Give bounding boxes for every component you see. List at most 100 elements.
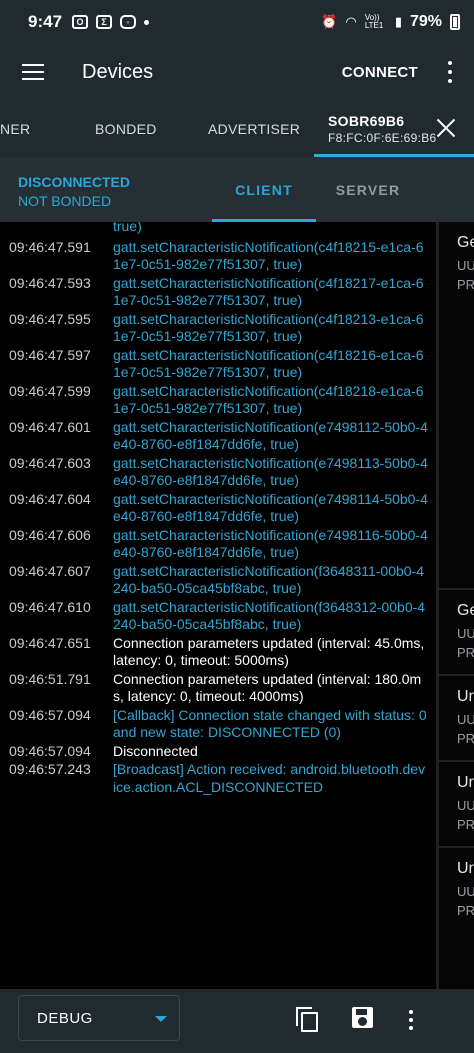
log-row: 09:46:47.604 gatt.setCharacteristicNotifi… [0, 491, 436, 526]
instagram-icon: ◦ [120, 15, 137, 29]
log-timestamp: 09:46:47.591 [9, 238, 91, 255]
service-uuid: UU [457, 798, 474, 813]
service-name: Ur [457, 688, 474, 705]
log-timestamp: 09:46:47.606 [9, 526, 91, 543]
sigma-icon: Σ [96, 15, 113, 29]
log-level-select[interactable]: DEBUG [18, 995, 180, 1041]
more-notifications-icon [144, 19, 150, 25]
log-timestamp: 09:46:47.603 [9, 454, 91, 471]
log-timestamp: 09:46:47.601 [9, 418, 91, 435]
log-row: 09:46:47.606 gatt.setCharacteristicNotifi… [0, 527, 436, 562]
log-row: 09:46:47.610 gatt.setCharacteristicNotifi… [0, 599, 436, 634]
log-timestamp: 09:46:57.094 [9, 742, 91, 759]
log-message: Disconnected [113, 742, 198, 759]
log-message: [Broadcast] Action received: android.blu… [113, 761, 426, 795]
service-item[interactable]: Ur UU PR [439, 676, 474, 762]
service-uuid: UU [457, 626, 474, 641]
tab-advertiser[interactable]: ADVERTISER [208, 100, 300, 157]
log-message: gatt.setCharacteristicNotification(e7498… [113, 418, 428, 453]
copy-icon[interactable] [296, 1007, 320, 1032]
tab-device-sobr69b6[interactable]: SOBR69B6 F8:FC:0F:6E:69:B6 [314, 100, 474, 157]
save-icon[interactable] [352, 1007, 376, 1031]
wifi-icon: ◠ [345, 14, 357, 29]
log-row: 09:46:57.094 Disconnected [0, 743, 436, 761]
status-time: 9:47 [28, 12, 63, 31]
menu-icon[interactable] [22, 64, 44, 80]
connection-bar: DISCONNECTED NOT BONDED CLIENT SERVER [0, 157, 474, 222]
tab-scanner[interactable]: NER [0, 100, 30, 157]
services-panel[interactable]: Ge UU PR Ge UU PR Ur UU PR Ur UU PR Ur U… [436, 222, 474, 989]
service-name: Ur [457, 774, 474, 791]
log-timestamp: 09:46:47.610 [9, 598, 91, 615]
notification-icons: O Σ ◦ [72, 15, 150, 29]
connect-button[interactable]: CONNECT [342, 64, 418, 81]
log-message: gatt.setCharacteristicNotification(c4f18… [113, 310, 424, 345]
log-message: gatt.setCharacteristicNotification(c4f18… [113, 346, 424, 381]
log-message: gatt.setCharacteristicNotification(e7498… [113, 526, 428, 561]
service-type: PR [457, 277, 474, 292]
log-row: 09:46:47.603 gatt.setCharacteristicNotifi… [0, 455, 436, 490]
log-view[interactable]: true) 09:46:47.591 gatt.setCharacteristic… [0, 222, 436, 989]
more-vert-icon[interactable] [406, 1010, 416, 1030]
log-list: 09:46:47.591 gatt.setCharacteristicNotifi… [0, 239, 436, 797]
log-message: Connection parameters updated (interval:… [113, 670, 422, 705]
log-message: Connection parameters updated (interval:… [113, 634, 425, 669]
battery-percent: 79% [409, 13, 442, 30]
tab-client[interactable]: CLIENT [212, 157, 316, 222]
log-message: gatt.setCharacteristicNotification(c4f18… [113, 274, 424, 309]
tab-server[interactable]: SERVER [316, 157, 420, 222]
service-item[interactable]: Ge UU PR [439, 222, 474, 590]
log-row: 09:46:47.607 gatt.setCharacteristicNotifi… [0, 563, 436, 598]
log-timestamp: 09:46:47.593 [9, 274, 91, 291]
log-row: 09:46:57.243 [Broadcast] Action received:… [0, 761, 436, 796]
log-message: gatt.setCharacteristicNotification(f3648… [113, 598, 426, 633]
volte-icon: Vo)) LTE1 [364, 13, 384, 30]
app-bar: Devices CONNECT [0, 44, 474, 100]
log-timestamp: 09:46:57.243 [9, 761, 91, 777]
log-row: 09:46:47.599 gatt.setCharacteristicNotifi… [0, 383, 436, 418]
service-uuid: UU [457, 884, 474, 899]
service-uuid: UU [457, 712, 474, 727]
log-row: 09:46:47.601 gatt.setCharacteristicNotifi… [0, 419, 436, 454]
service-uuid: UU [457, 258, 474, 273]
device-mac: F8:FC:0F:6E:69:B6 [328, 130, 437, 145]
log-row: 09:46:47.651 Connection parameters update… [0, 635, 436, 670]
connection-status: DISCONNECTED NOT BONDED [18, 173, 130, 211]
device-tabs: NER BONDED ADVERTISER SOBR69B6 F8:FC:0F:… [0, 100, 474, 157]
service-item[interactable]: Ge UU PR [439, 590, 474, 676]
status-bar: 9:47 O Σ ◦ ⏰ ◠ Vo)) LTE1 ▮ 79% [0, 0, 474, 44]
service-item[interactable]: Ur UU PR [439, 848, 474, 989]
log-row: 09:46:51.791 Connection parameters update… [0, 671, 436, 706]
log-timestamp: 09:46:47.607 [9, 562, 91, 579]
log-timestamp: 09:46:51.791 [9, 670, 91, 687]
dropdown-arrow-icon [155, 1016, 167, 1022]
log-row: 09:46:47.593 gatt.setCharacteristicNotifi… [0, 275, 436, 310]
log-message: gatt.setCharacteristicNotification(c4f18… [113, 238, 424, 273]
signal-icon: ▮ [394, 14, 402, 29]
overflow-menu-icon[interactable] [440, 61, 460, 83]
page-title: Devices [82, 60, 154, 83]
log-row: 09:46:47.591 gatt.setCharacteristicNotifi… [0, 239, 436, 274]
log-timestamp: 09:46:47.604 [9, 490, 91, 507]
log-message: [Callback] Connection state changed with… [113, 706, 427, 741]
service-item[interactable]: Ur UU PR [439, 762, 474, 848]
alarm-icon: ⏰ [321, 14, 338, 29]
log-timestamp: 09:46:47.599 [9, 382, 91, 399]
bottom-toolbar: DEBUG [0, 989, 474, 1053]
service-type: PR [457, 645, 474, 660]
service-name: Ge [457, 602, 474, 619]
device-name: SOBR69B6 [328, 112, 405, 129]
log-row: 09:46:57.094 [Callback] Connection state … [0, 707, 436, 742]
connection-state: DISCONNECTED [18, 174, 131, 190]
bond-state: NOT BONDED [18, 193, 112, 209]
tab-bonded[interactable]: BONDED [95, 100, 157, 157]
log-message: gatt.setCharacteristicNotification(e7498… [113, 490, 428, 525]
log-row: 09:46:47.595 gatt.setCharacteristicNotifi… [0, 311, 436, 346]
battery-icon [450, 14, 460, 30]
log-message: gatt.setCharacteristicNotification(f3648… [113, 562, 425, 597]
log-timestamp: 09:46:57.094 [9, 706, 91, 723]
log-timestamp: 09:46:47.597 [9, 346, 91, 363]
service-name: Ur [457, 860, 474, 877]
log-row: 09:46:47.597 gatt.setCharacteristicNotifi… [0, 347, 436, 382]
close-icon[interactable] [436, 118, 456, 138]
